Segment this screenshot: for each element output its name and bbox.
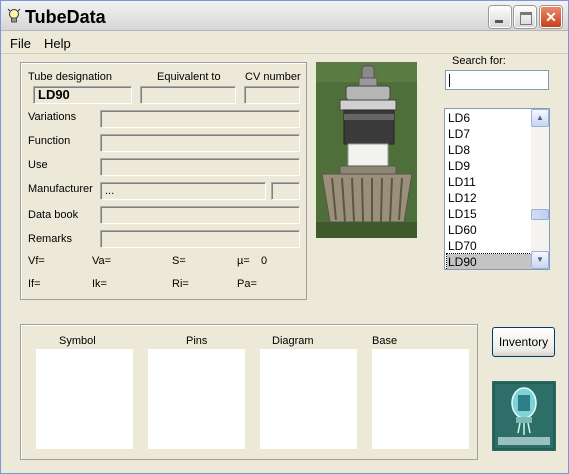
param-mu: µ= [237, 255, 250, 267]
label-use: Use [28, 159, 48, 171]
minimize-icon [490, 7, 510, 27]
scroll-thumb[interactable] [531, 209, 549, 220]
close-icon: ✕ [545, 9, 557, 25]
label-cv-number: CV number [245, 71, 301, 83]
label-base: Base [372, 335, 398, 347]
param-vf: Vf= [28, 255, 45, 267]
inventory-button[interactable]: Inventory [492, 327, 555, 357]
tube-list-item[interactable]: LD90 [446, 253, 532, 269]
tube-list-item[interactable]: LD12 [447, 190, 531, 206]
manufacturer-field[interactable]: ... [100, 182, 266, 200]
label-tube-designation: Tube designation [28, 71, 112, 83]
maximize-icon [515, 7, 535, 27]
tube-designation-field[interactable]: LD90 [33, 86, 132, 104]
menu-help-label: Help [44, 36, 71, 51]
title-bar[interactable]: TubeData ✕ [1, 1, 568, 31]
diagram-panel [260, 349, 357, 449]
base-panel [372, 349, 469, 449]
cv-number-field[interactable] [244, 86, 300, 104]
param-s: S= [172, 255, 186, 267]
tube-list-item[interactable]: LD9 [447, 158, 531, 174]
remarks-field[interactable] [100, 230, 300, 248]
main-window: TubeData ✕ File Help Tube designation Eq… [0, 0, 569, 474]
tube-logo-image [492, 381, 556, 451]
tube-list-item[interactable]: LD60 [447, 222, 531, 238]
tube-list-item[interactable]: LD11 [447, 174, 531, 190]
tube-image [316, 62, 417, 238]
chevron-up-icon: ▲ [536, 113, 544, 122]
label-symbol: Symbol [59, 335, 96, 347]
label-equivalent: Equivalent to [157, 71, 221, 83]
vacuum-tube-icon [492, 381, 556, 451]
param-mu-value: 0 [261, 255, 268, 267]
param-ik: Ik= [92, 278, 107, 290]
tube-list-item[interactable]: LD6 [447, 110, 531, 126]
tube-list-item[interactable]: LD70 [447, 238, 531, 254]
label-variations: Variations [28, 111, 77, 123]
menu-help[interactable]: Help [44, 36, 71, 51]
param-if: If= [28, 278, 41, 290]
tube-photo [316, 62, 417, 238]
label-function: Function [28, 135, 71, 147]
scroll-up-button[interactable]: ▲ [531, 109, 549, 127]
menu-file-label: File [10, 36, 31, 51]
param-ri: Ri= [172, 278, 189, 290]
label-remarks: Remarks [28, 233, 73, 245]
symbol-panel [36, 349, 133, 449]
menu-bar: File Help [1, 32, 568, 54]
tube-list-item[interactable]: LD15 [447, 206, 531, 222]
chevron-down-icon: ▼ [536, 255, 544, 264]
close-button[interactable]: ✕ [540, 6, 562, 28]
tube-list-item[interactable]: LD7 [447, 126, 531, 142]
search-input[interactable] [445, 70, 549, 90]
window-title: TubeData [25, 7, 106, 27]
scroll-down-button[interactable]: ▼ [531, 251, 549, 269]
data-book-field[interactable] [100, 206, 300, 224]
maximize-button[interactable] [514, 6, 536, 28]
use-field[interactable] [100, 158, 300, 176]
label-manufacturer: Manufacturer [28, 183, 93, 195]
function-field[interactable] [100, 134, 300, 152]
manufacturer-code-field[interactable] [271, 182, 300, 200]
variations-field[interactable] [100, 110, 300, 128]
vertical-scrollbar[interactable]: ▲ ▼ [531, 109, 549, 269]
tube-listbox[interactable]: LD6 LD7 LD8 LD9 LD11 LD12 LD15 LD60 LD70 LD90 ▲ ▼ [444, 108, 550, 270]
text-caret [449, 74, 450, 87]
lightbulb-icon [7, 8, 21, 23]
menu-file[interactable]: File [10, 36, 31, 51]
search-label: Search for: [452, 55, 506, 67]
tube-list-item[interactable]: LD8 [447, 142, 531, 158]
param-pa: Pa= [237, 278, 257, 290]
equivalent-field[interactable] [140, 86, 236, 104]
label-pins: Pins [186, 335, 208, 347]
label-diagram: Diagram [272, 335, 314, 347]
param-va: Va= [92, 255, 112, 267]
label-data-book: Data book [28, 209, 79, 221]
pins-panel [148, 349, 245, 449]
minimize-button[interactable] [489, 6, 511, 28]
